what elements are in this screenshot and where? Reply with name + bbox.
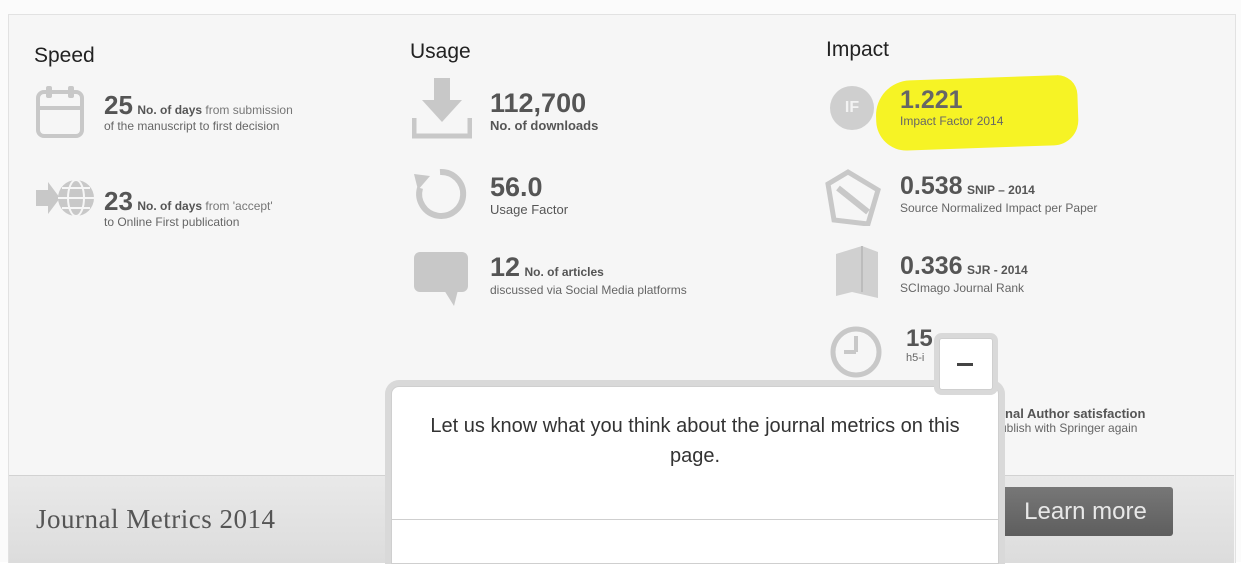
sjr-label: SCImago Journal Rank xyxy=(900,281,1025,295)
impact-factor-icon: IF xyxy=(830,86,874,130)
document-edit-icon xyxy=(825,169,881,226)
usage-factor-value: 56.0 xyxy=(490,172,543,202)
impact-heading: Impact xyxy=(826,38,890,61)
snip-value: 0.538 xyxy=(900,172,963,200)
downloads-label: No. of downloads xyxy=(490,118,599,133)
speech-bubble-icon xyxy=(414,252,468,306)
feedback-popup: Let us know what you think about the jou… xyxy=(391,386,999,564)
satisfaction-label: rnal Author satisfaction xyxy=(1000,406,1146,421)
articles-desc: discussed via Social Media platforms xyxy=(490,283,687,297)
learn-more-button[interactable]: Learn more xyxy=(998,487,1173,536)
download-icon xyxy=(412,78,472,139)
days-to-decision-value: 25 xyxy=(104,90,133,120)
days-to-decision-desc: of the manuscript to first decision xyxy=(104,119,280,133)
usage-metric-downloads: 112,700 No. of downloads xyxy=(490,88,750,133)
satisfaction-desc: ublish with Springer again xyxy=(1000,421,1138,435)
impact-factor-label: Impact Factor 2014 xyxy=(900,114,1004,128)
sjr-tag: SJR - 2014 xyxy=(967,263,1028,277)
refresh-icon xyxy=(414,168,467,219)
calendar-icon xyxy=(36,86,84,138)
page: Speed 25 No. of days from submission of … xyxy=(0,0,1241,564)
impact-metric-satisfaction: rnal Author satisfaction ublish with Spr… xyxy=(1000,406,1200,436)
snip-tag: SNIP – 2014 xyxy=(967,183,1035,197)
usage-heading: Usage xyxy=(410,40,471,63)
days-to-online-value: 23 xyxy=(104,186,133,216)
days-to-online-label: No. of days xyxy=(137,199,203,213)
impact-metric-snip: 0.538 SNIP – 2014 Source Normalized Impa… xyxy=(900,172,1190,216)
days-to-decision-label: No. of days xyxy=(137,103,203,117)
clock-icon xyxy=(830,326,882,378)
feedback-prompt: Let us know what you think about the jou… xyxy=(430,415,960,467)
days-to-decision-label-suffix: from submission xyxy=(202,103,293,117)
sjr-value: 0.336 xyxy=(900,252,963,280)
speed-metric-online-first: 23 No. of days from 'accept' to Online F… xyxy=(104,186,384,230)
impact-metric-if: 1.221 Impact Factor 2014 xyxy=(900,86,1100,128)
usage-metric-factor: 56.0 Usage Factor xyxy=(490,172,750,217)
globe-arrow-icon xyxy=(36,179,94,217)
collapse-popup-button[interactable] xyxy=(939,338,993,390)
impact-metric-sjr: 0.336 SJR - 2014 SCImago Journal Rank xyxy=(900,252,1160,296)
usage-metric-articles: 12 No. of articles discussed via Social … xyxy=(490,252,770,298)
days-to-online-desc: to Online First publication xyxy=(104,215,240,229)
speed-metric-decision: 25 No. of days from submission of the ma… xyxy=(104,90,384,134)
impact-factor-value: 1.221 xyxy=(900,86,963,114)
book-icon xyxy=(836,246,878,298)
articles-label: No. of articles xyxy=(524,265,604,279)
snip-label: Source Normalized Impact per Paper xyxy=(900,201,1098,215)
footer-title: Journal Metrics 2014 xyxy=(36,504,276,534)
downloads-value: 112,700 xyxy=(490,88,587,118)
days-to-online-label-suffix: from 'accept' xyxy=(202,199,273,213)
popup-divider xyxy=(392,519,998,520)
usage-factor-label: Usage Factor xyxy=(490,202,569,217)
articles-value: 12 xyxy=(490,252,521,282)
minus-icon xyxy=(957,363,973,366)
speed-heading: Speed xyxy=(34,44,95,67)
